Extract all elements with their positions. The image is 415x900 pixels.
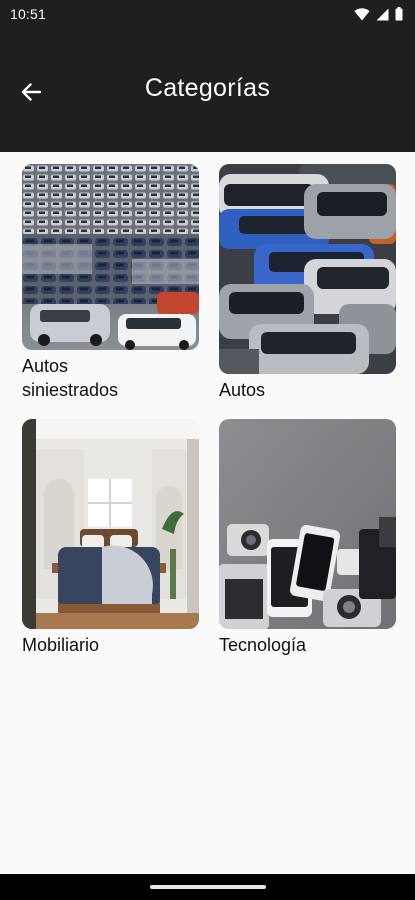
status-bar: 10:51	[0, 0, 415, 28]
category-label: Autos siniestrados	[22, 356, 119, 400]
navigation-bar	[0, 874, 415, 900]
parking-lot-cars-image	[22, 164, 199, 350]
gesture-handle[interactable]	[150, 885, 266, 889]
category-label: Mobiliario	[22, 635, 100, 655]
category-card-mobiliario[interactable]: Mobiliario	[22, 419, 199, 657]
category-card-tecnologia[interactable]: Tecnología	[219, 419, 396, 657]
category-label: Autos	[219, 380, 266, 400]
app-bar: Categorías	[0, 28, 415, 152]
category-card-autos[interactable]: Autos	[219, 164, 396, 402]
page-title: Categorías	[144, 74, 271, 102]
gadgets-devices-image	[219, 419, 396, 629]
battery-icon	[395, 7, 403, 21]
rows-of-cars-image	[219, 164, 396, 374]
bedroom-furniture-image	[22, 419, 199, 629]
category-card-autos-siniestrados[interactable]: Autos siniestrados	[22, 164, 199, 402]
status-icons	[354, 7, 403, 21]
category-label: Tecnología	[219, 635, 307, 655]
status-time: 10:51	[10, 6, 47, 22]
wifi-icon	[354, 7, 370, 20]
signal-icon	[376, 8, 389, 20]
